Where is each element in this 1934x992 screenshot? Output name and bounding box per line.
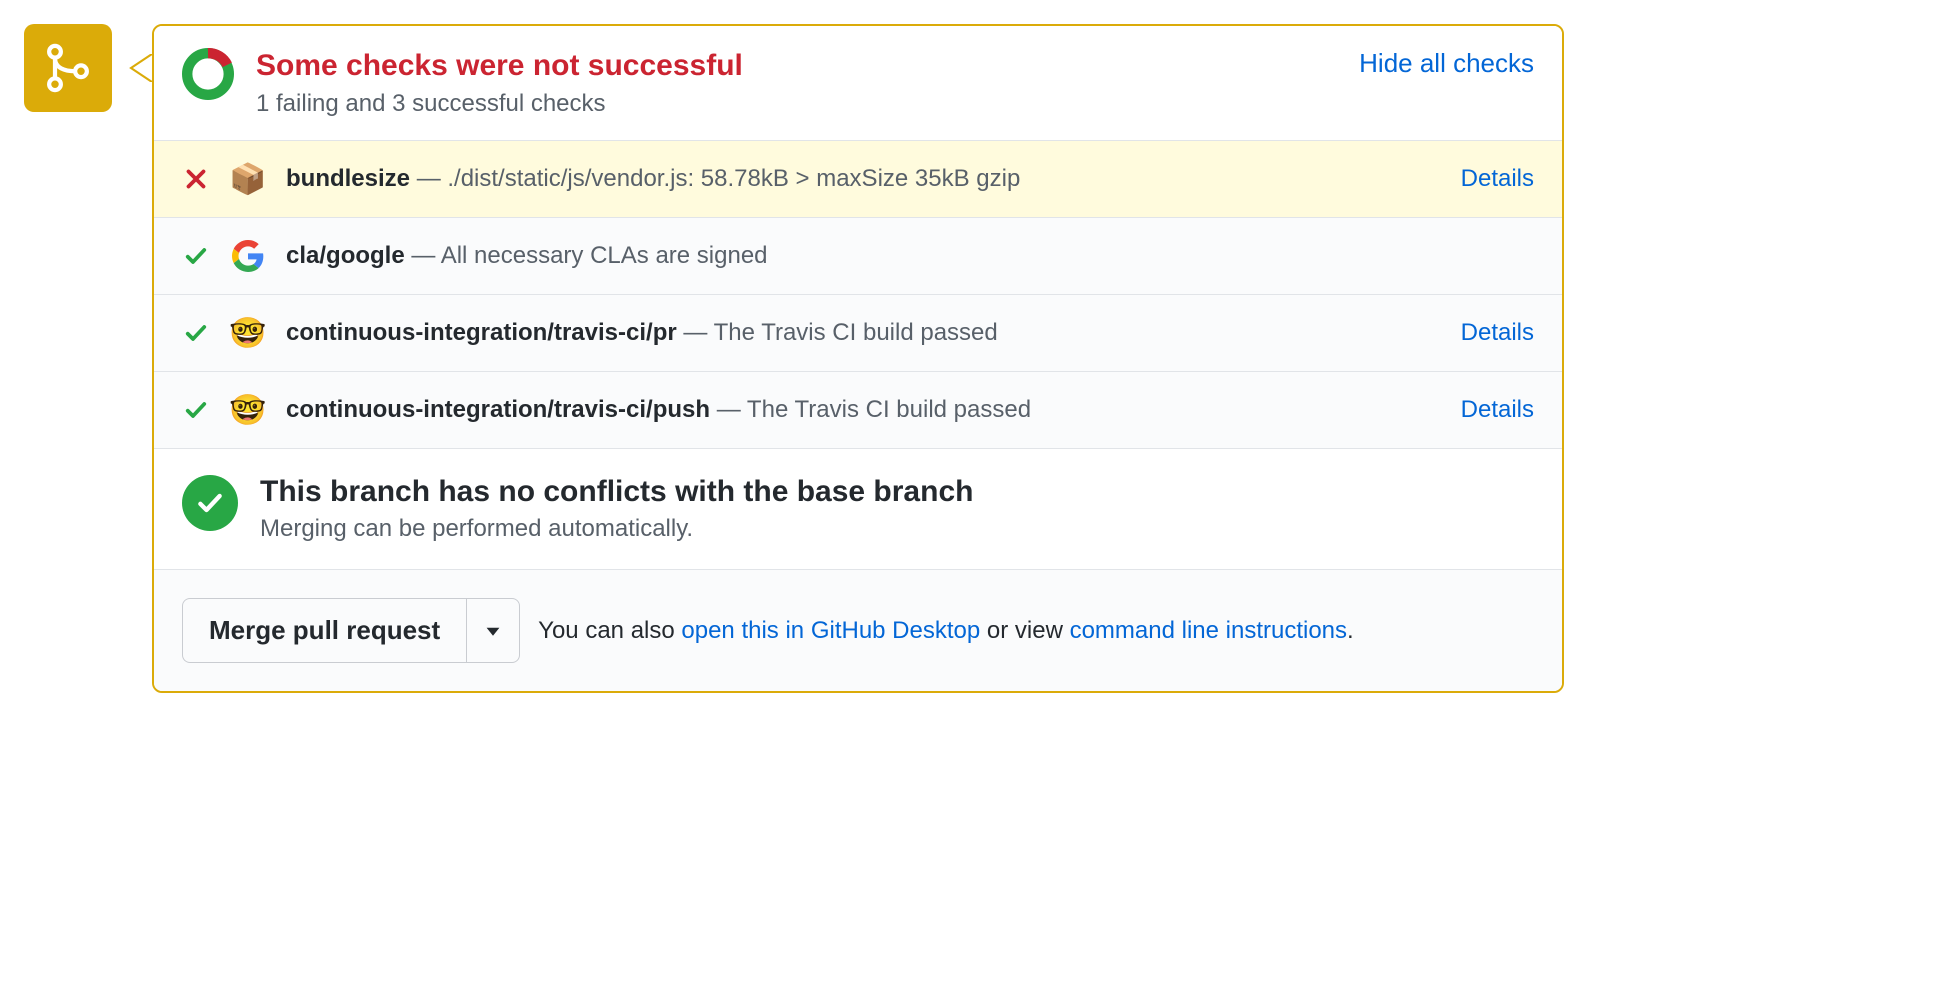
success-check-badge [182,475,238,531]
status-donut-icon [182,48,234,100]
x-icon [184,167,208,191]
checks-status-title: Some checks were not successful [256,48,1337,84]
footer-prefix: You can also [538,617,681,644]
merge-footer: Merge pull request You can also open thi… [154,569,1562,691]
details-link[interactable]: Details [1461,396,1534,424]
check-icon [184,398,208,422]
check-row: cla/google — All necessary CLAs are sign… [154,217,1562,294]
check-row: 🤓 continuous-integration/travis-ci/push —… [154,371,1562,448]
merge-conflict-section: This branch has no conflicts with the ba… [154,448,1562,569]
details-link[interactable]: Details [1461,165,1534,193]
check-icon [184,244,208,268]
conflict-title: This branch has no conflicts with the ba… [260,475,973,509]
check-description: continuous-integration/travis-ci/pr — Th… [286,319,1441,347]
footer-middle: or view [980,617,1069,644]
command-line-instructions-link[interactable]: command line instructions [1070,617,1347,644]
check-description: continuous-integration/travis-ci/push — … [286,396,1441,424]
merge-pull-request-button[interactable]: Merge pull request [182,598,466,663]
check-app-icon: 📦 [230,161,266,197]
check-description: bundlesize — ./dist/static/js/vendor.js:… [286,165,1441,193]
hide-all-checks-link[interactable]: Hide all checks [1359,48,1534,79]
check-icon [184,321,208,345]
caret-down-icon [485,623,501,639]
details-link[interactable]: Details [1461,319,1534,347]
merge-status-panel: Some checks were not successful 1 failin… [152,24,1564,693]
conflict-subtitle: Merging can be performed automatically. [260,515,973,543]
merge-options-dropdown[interactable] [466,598,520,663]
check-name: continuous-integration/travis-ci/push [286,396,710,423]
check-name: continuous-integration/travis-ci/pr [286,319,677,346]
panel-pointer [112,24,152,112]
check-app-icon [230,238,266,274]
merge-alt-text: You can also open this in GitHub Desktop… [538,617,1354,645]
merge-badge [24,24,112,112]
footer-suffix: . [1347,617,1354,644]
check-icon [196,489,224,517]
check-description: cla/google — All necessary CLAs are sign… [286,242,1534,270]
check-app-icon: 🤓 [230,315,266,351]
check-row: 📦 bundlesize — ./dist/static/js/vendor.js… [154,140,1562,217]
check-app-icon: 🤓 [230,392,266,428]
check-row: 🤓 continuous-integration/travis-ci/pr — T… [154,294,1562,371]
check-name: cla/google [286,242,405,269]
open-github-desktop-link[interactable]: open this in GitHub Desktop [681,617,980,644]
check-name: bundlesize [286,165,410,192]
checks-status-subtitle: 1 failing and 3 successful checks [256,90,1337,118]
git-merge-icon [42,42,94,94]
